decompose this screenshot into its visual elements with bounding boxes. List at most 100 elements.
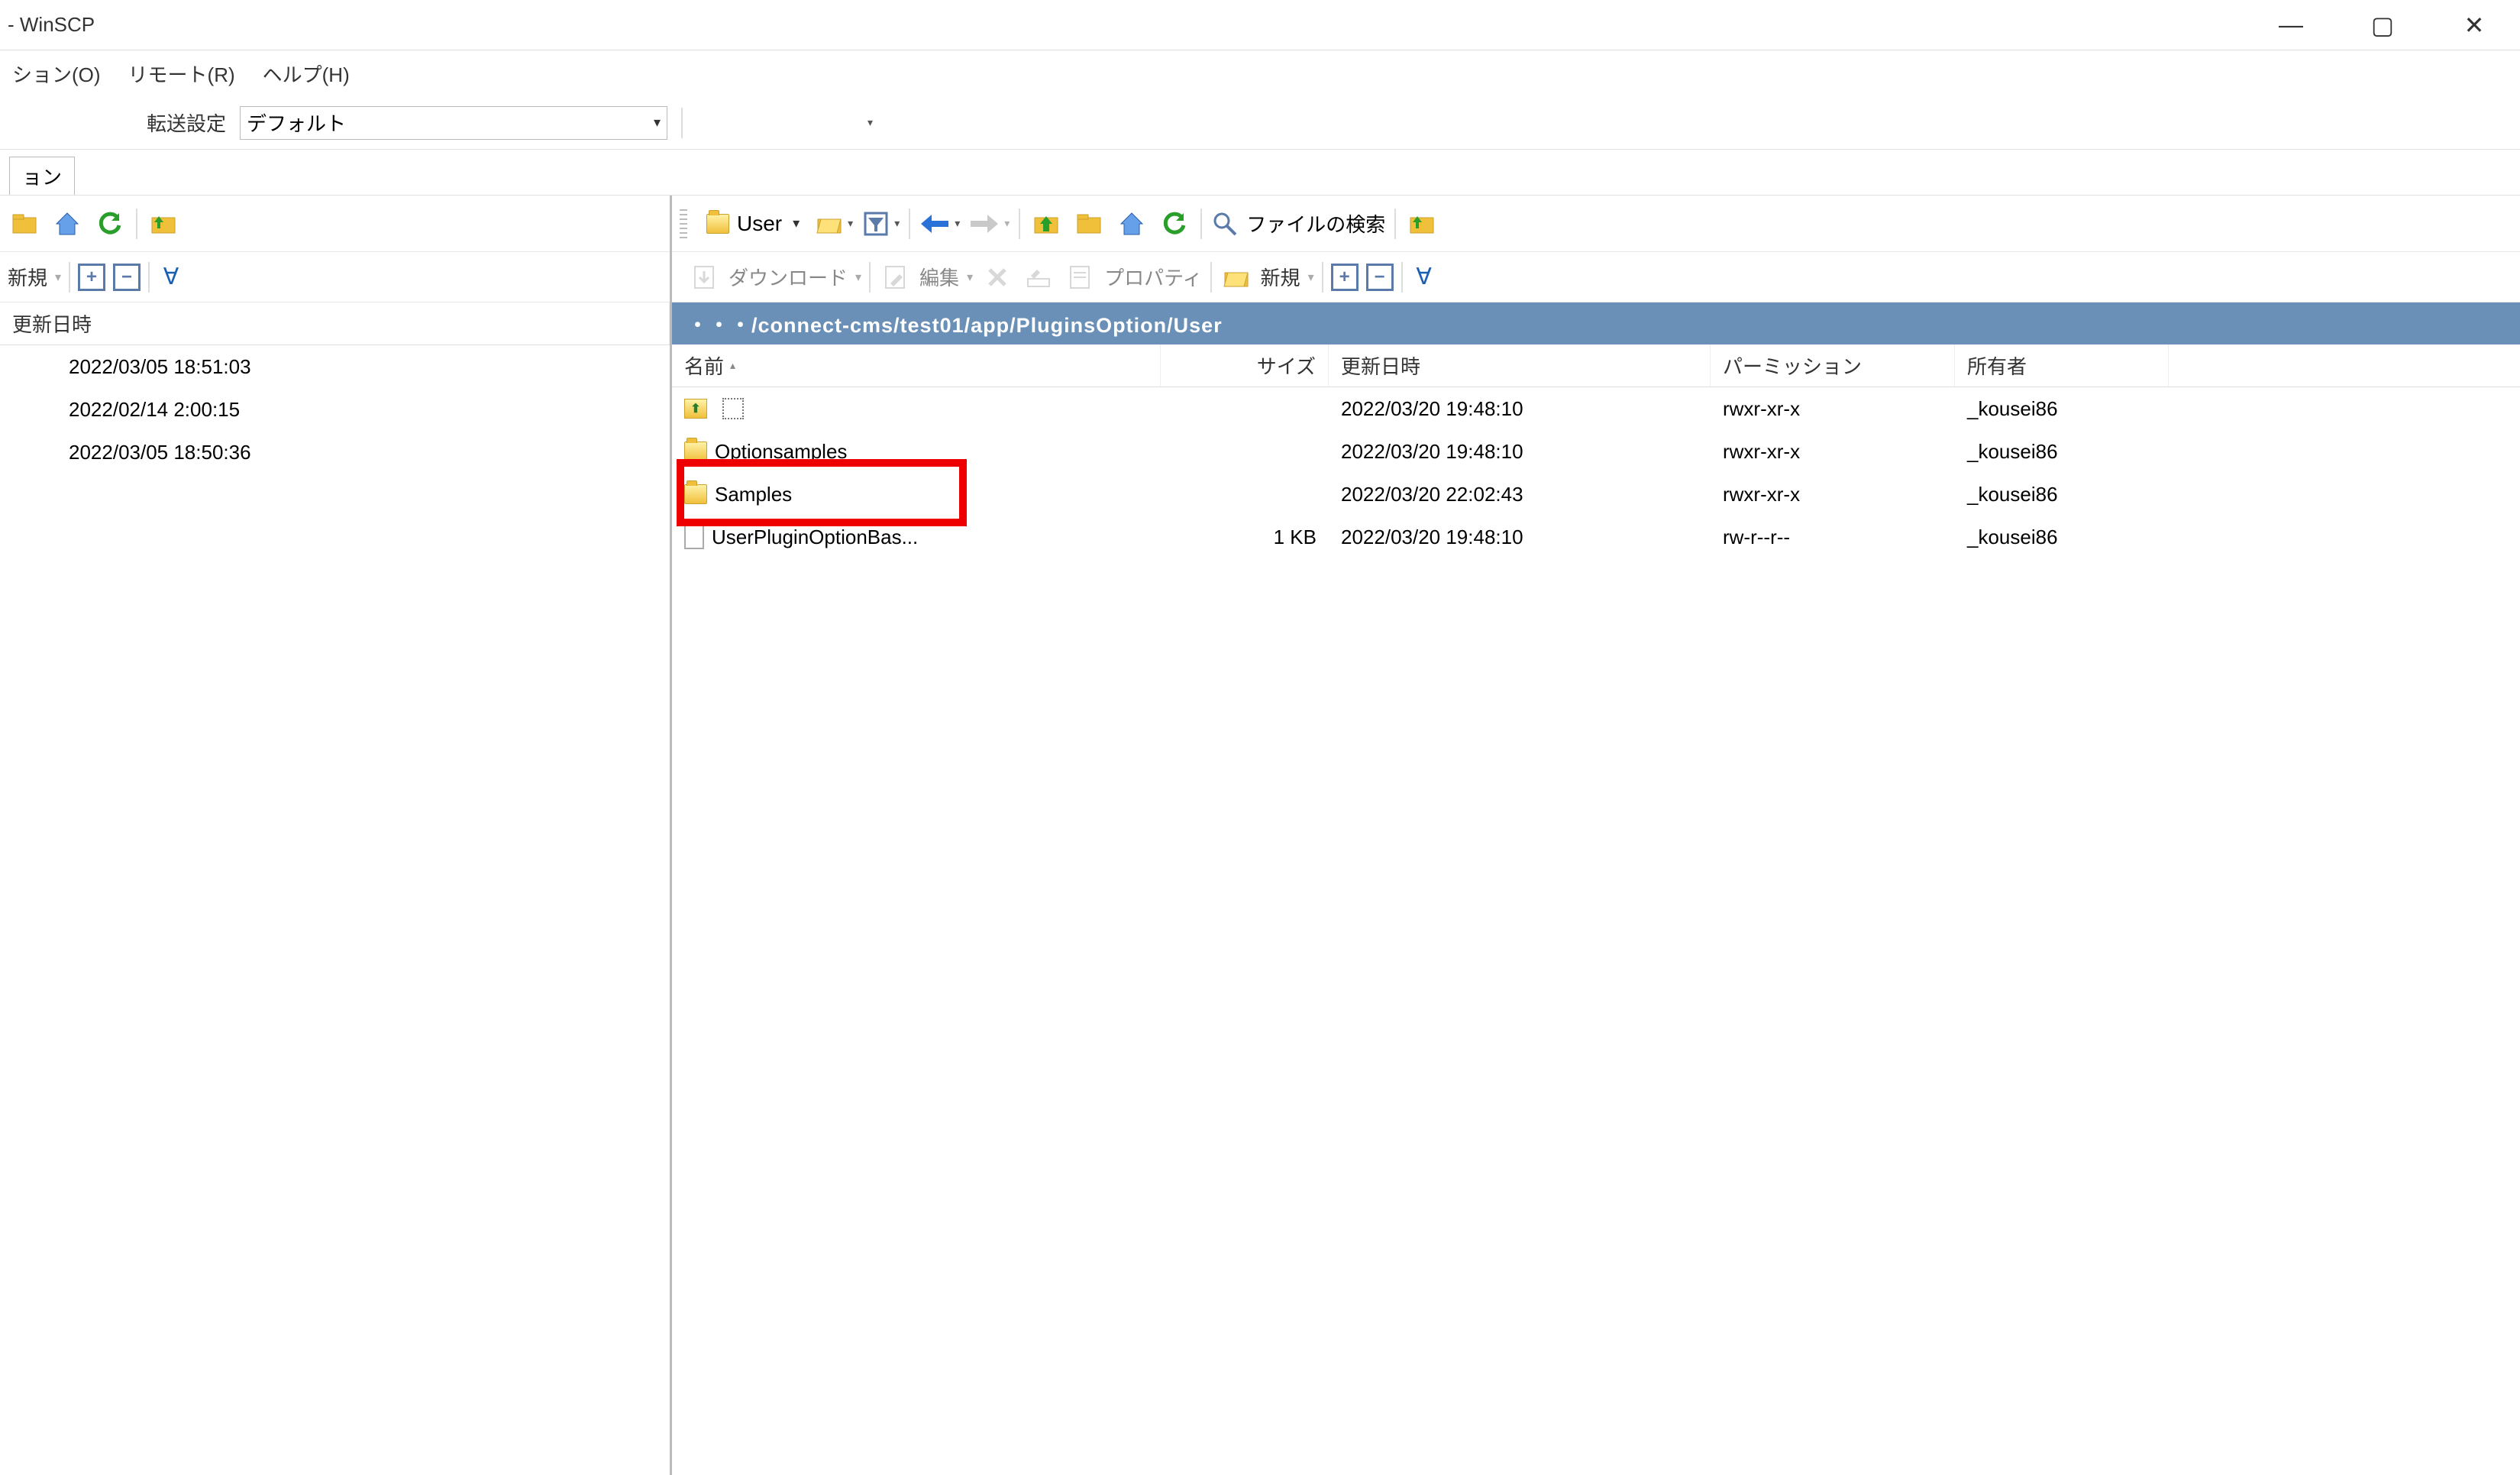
local-list-body[interactable]: 2022/03/05 18:51:032022/02/14 2:00:15202…: [0, 345, 670, 1475]
chevron-down-icon: ▾: [55, 270, 61, 285]
remote-folder-dropdown[interactable]: User ▾: [699, 209, 806, 238]
remote-list-body[interactable]: 2022/03/20 19:48:10rwxr-xr-x_kousei86Opt…: [672, 387, 2520, 1475]
remote-file-toolbar: ダウンロード ▾ 編集 ▾ プロパティ 新規 ▾ ∀: [672, 252, 2520, 302]
edit-icon: [878, 260, 912, 294]
window-title: - WinSCP: [8, 13, 2245, 37]
file-date: 2022/03/20 22:02:43: [1341, 483, 1523, 506]
sync-button[interactable]: ▾: [863, 112, 873, 133]
file-date: 2022/03/20 19:48:10: [1341, 397, 1523, 421]
window-controls: — ▢ ✕: [2245, 0, 2520, 50]
col-size-label[interactable]: サイズ: [1257, 351, 1316, 380]
dual-pane: 新規 ▾ ∀ 更新日時 2022/03/05 18:51:032022/02/1…: [0, 196, 2520, 1475]
file-owner: _kousei86: [1967, 397, 2058, 421]
toolbar-divider: [69, 262, 70, 293]
download-label: ダウンロード: [729, 263, 848, 291]
file-name: UserPluginOptionBas...: [712, 526, 918, 549]
chevron-down-icon: ▾: [848, 217, 853, 230]
chevron-down-icon: ▾: [654, 115, 661, 131]
delete-icon: [981, 260, 1014, 294]
toolbar-divider: [136, 209, 137, 239]
deselect-all-button[interactable]: [113, 264, 141, 291]
select-all-button[interactable]: [1331, 264, 1359, 291]
parent-folder-icon: [684, 399, 707, 419]
refresh-icon[interactable]: [1158, 207, 1191, 241]
properties-label: プロパティ: [1104, 263, 1202, 291]
title-bar: - WinSCP — ▢ ✕: [0, 0, 2520, 50]
menu-option[interactable]: ション(O): [8, 57, 105, 91]
new-label[interactable]: 新規: [1261, 263, 1300, 291]
toolbar-grip: [680, 209, 687, 238]
remote-list-header: 名前 ▴ サイズ 更新日時 パーミッション 所有者: [672, 344, 2520, 387]
list-item[interactable]: 2022/03/20 19:48:10rwxr-xr-x_kousei86: [672, 387, 2520, 430]
list-item[interactable]: 2022/03/05 18:50:36: [0, 431, 670, 474]
folder-icon: [684, 484, 707, 504]
invert-selection-button[interactable]: ∀: [157, 264, 185, 291]
close-button[interactable]: ✕: [2428, 0, 2520, 50]
list-item[interactable]: Samples 2022/03/20 22:02:43 rwxr-xr-x _kous…: [672, 473, 2520, 516]
filter-button[interactable]: ▾: [862, 210, 900, 238]
maximize-button[interactable]: ▢: [2337, 0, 2428, 50]
toolbar-divider: [681, 108, 683, 138]
find-files-label: ファイルの検索: [1246, 209, 1385, 238]
transfer-preset-value: デフォルト: [247, 108, 346, 137]
local-list-header: 更新日時: [0, 302, 670, 345]
list-item[interactable]: UserPluginOptionBas...1 KB2022/03/20 19:…: [672, 516, 2520, 558]
root-folder-icon[interactable]: [1072, 207, 1106, 241]
col-owner-label[interactable]: 所有者: [1967, 351, 2027, 380]
file-perm: rwxr-xr-x: [1723, 483, 1800, 506]
file-size: 1 KB: [1274, 526, 1317, 549]
file-icon: [684, 525, 704, 549]
transfer-settings-label: 転送設定: [147, 108, 226, 137]
chevron-down-icon: ▾: [894, 217, 900, 230]
minimize-button[interactable]: —: [2245, 0, 2337, 50]
menu-remote[interactable]: リモート(R): [124, 57, 240, 91]
folder-icon: [684, 442, 707, 461]
list-item[interactable]: 2022/02/14 2:00:15: [0, 388, 670, 431]
chevron-down-icon: ▾: [867, 116, 873, 129]
toolbar-divider: [1322, 262, 1323, 293]
new-label[interactable]: 新規: [8, 263, 47, 291]
file-owner: _kousei86: [1967, 483, 2058, 506]
file-owner: _kousei86: [1967, 526, 2058, 549]
invert-selection-button[interactable]: ∀: [1410, 264, 1438, 291]
parent-folder-icon[interactable]: [147, 207, 180, 241]
session-tab[interactable]: ョン: [9, 157, 75, 195]
toolbar-divider: [909, 209, 910, 239]
col-date-label[interactable]: 更新日時: [12, 309, 92, 338]
file-name: Samples: [715, 483, 792, 506]
back-button[interactable]: ▾: [919, 213, 960, 235]
up-folder-icon[interactable]: [1029, 207, 1063, 241]
menu-help[interactable]: ヘルプ(H): [258, 57, 354, 91]
sort-asc-icon: ▴: [730, 359, 735, 372]
menu-bar: ション(O) リモート(R) ヘルプ(H): [0, 50, 2520, 96]
remote-panel: User ▾ ▾ ▾ ▾ ▾ ファイルの検索 ダウンロード: [672, 196, 2520, 1475]
remote-path-bar: ・・・/connect-cms/test01/app/PluginsOption…: [672, 302, 2520, 344]
chevron-down-icon: ▾: [855, 270, 861, 285]
find-files-button[interactable]: ファイルの検索: [1211, 209, 1385, 238]
transfer-preset-dropdown[interactable]: デフォルト ▾: [240, 106, 667, 140]
home-icon[interactable]: [50, 207, 84, 241]
file-owner: _kousei86: [1967, 440, 2058, 464]
sync-browse-icon[interactable]: [1405, 207, 1439, 241]
deselect-all-button[interactable]: [1366, 264, 1394, 291]
new-folder-icon[interactable]: [1220, 260, 1253, 294]
forward-button[interactable]: ▾: [969, 213, 1010, 235]
refresh-icon[interactable]: [93, 207, 127, 241]
col-perm-label[interactable]: パーミッション: [1723, 351, 1862, 380]
list-item[interactable]: 2022/03/05 18:51:03: [0, 345, 670, 388]
open-folder-button[interactable]: ▾: [816, 210, 853, 238]
col-name-label[interactable]: 名前: [684, 351, 724, 380]
home-icon[interactable]: [1115, 207, 1149, 241]
file-date: 2022/03/20 19:48:10: [1341, 440, 1523, 464]
toolbar-divider: [1200, 209, 1202, 239]
file-perm: rwxr-xr-x: [1723, 440, 1800, 464]
remote-location-toolbar: User ▾ ▾ ▾ ▾ ▾ ファイルの検索: [672, 196, 2520, 252]
list-item[interactable]: Optionsamples2022/03/20 19:48:10rwxr-xr-…: [672, 430, 2520, 473]
edit-label: 編集: [919, 263, 959, 291]
open-folder-icon[interactable]: [8, 207, 41, 241]
col-date-label[interactable]: 更新日時: [1341, 351, 1420, 380]
toolbar-divider: [1210, 262, 1212, 293]
chevron-down-icon: ▾: [1308, 270, 1314, 285]
remote-folder-name: User: [737, 212, 782, 236]
select-all-button[interactable]: [78, 264, 105, 291]
